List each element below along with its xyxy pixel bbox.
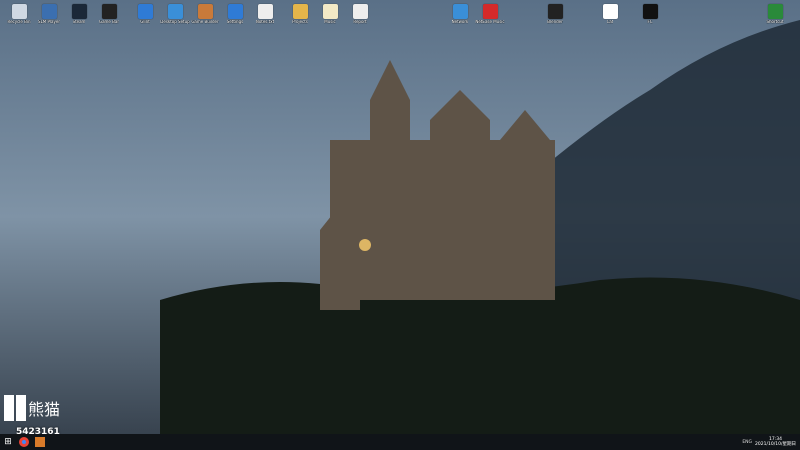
desktop-icon[interactable]: Music [315, 4, 345, 36]
text-file-icon [352, 4, 368, 19]
desktop-wallpaper [0, 0, 800, 434]
desktop-icon[interactable]: Desktop Setup [160, 4, 190, 36]
desktop-icon-label: Game Builder [191, 20, 219, 24]
app-icon [197, 4, 213, 19]
netease-music-icon [482, 4, 498, 19]
desktop-icon-label: Recycle Bin [7, 20, 31, 24]
desktop-icon-label: SLM Player [38, 20, 60, 24]
windows-icon: ⊞ [4, 437, 12, 447]
desktop-icon-label: Settings [226, 20, 244, 24]
app-icon [767, 4, 783, 19]
desktop-icon[interactable]: Game Bar [94, 4, 124, 36]
file-icon [322, 4, 338, 19]
desktop-icon-label: FC [647, 20, 653, 24]
taskbar-chrome-icon[interactable] [16, 434, 32, 450]
desktop-icon-label: Shortcut [766, 20, 784, 24]
steam-icon [71, 4, 87, 19]
desktop-icon-label: Report [353, 20, 367, 24]
app-icon [101, 4, 117, 19]
taskbar-app-icon[interactable] [32, 434, 48, 450]
recycle-bin-icon [11, 4, 27, 19]
desktop-icon-label: NetEase Music [475, 20, 505, 24]
desktop-icon[interactable]: Blender [540, 4, 570, 36]
folder-icon [292, 4, 308, 19]
app-icon [41, 4, 57, 19]
desktop-icon-label: Blender [547, 20, 563, 24]
desktop-icon[interactable]: Steam [64, 4, 94, 36]
desktop-icon[interactable]: Recycle Bin [4, 4, 34, 36]
app-icon [167, 4, 183, 19]
desktop-icon-label: Network [451, 20, 469, 24]
desktop-icon-label: Steam [72, 20, 86, 24]
desktop-icon[interactable]: SLM Player [34, 4, 64, 36]
desktop-icon[interactable]: Settings [220, 4, 250, 36]
desktop-icon[interactable]: FC [635, 4, 665, 36]
app-icon [227, 4, 243, 19]
desktop-icon-label: Desktop Setup [160, 20, 190, 24]
desktop-icon[interactable]: Projects [285, 4, 315, 36]
desktop-icon-label: Cat [606, 20, 614, 24]
desktop-icon[interactable]: Report [345, 4, 375, 36]
stream-logo-text: 熊猫 [28, 400, 60, 419]
app-icon [137, 4, 153, 19]
app-icon [602, 4, 618, 19]
network-icon [452, 4, 468, 19]
desktop-icon[interactable]: Game Builder [190, 4, 220, 36]
desktop-icon[interactable]: Glint [130, 4, 160, 36]
taskbar: ⊞ ENG 17:34 2021/10/10/星期日 [0, 434, 800, 450]
desktop-icon-label: Notes.txt [255, 20, 275, 24]
desktop-icon-label: Game Bar [98, 20, 120, 24]
desktop-icon[interactable]: NetEase Music [475, 4, 505, 36]
desktop-icon[interactable]: Cat [595, 4, 625, 36]
desktop-icon-label: Glint [140, 20, 150, 24]
desktop-icon-label: Music [324, 20, 336, 24]
desktop-icon-label: Projects [292, 20, 308, 24]
taskbar-clock[interactable]: 17:34 2021/10/10/星期日 [755, 437, 796, 447]
app-icon [642, 4, 658, 19]
desktop-icon[interactable]: Notes.txt [250, 4, 280, 36]
stream-watermark-logo: 熊猫 [4, 395, 60, 421]
tray-language[interactable]: ENG [742, 440, 752, 445]
app-icon [547, 4, 563, 19]
desktop-icon[interactable]: Shortcut [760, 4, 790, 36]
system-tray: ENG 17:34 2021/10/10/星期日 [742, 434, 800, 450]
text-file-icon [257, 4, 273, 19]
desktop-icon[interactable]: Network [445, 4, 475, 36]
clock-date: 2021/10/10/星期日 [755, 442, 796, 447]
start-button[interactable]: ⊞ [0, 434, 16, 450]
